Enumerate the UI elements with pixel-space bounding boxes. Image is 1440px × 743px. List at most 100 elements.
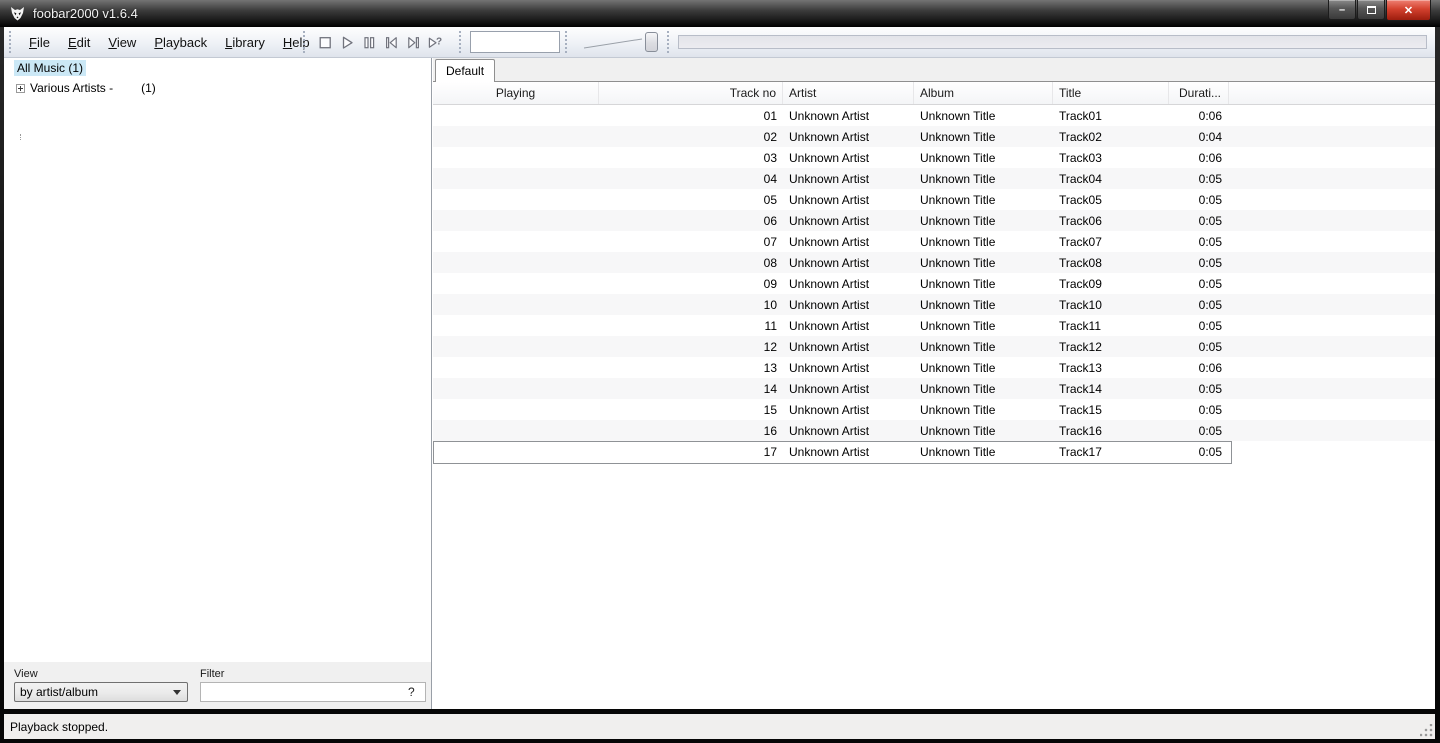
cell-playing	[433, 105, 599, 126]
cell-playing	[433, 126, 599, 147]
cell-artist: Unknown Artist	[789, 339, 870, 354]
library-node-all-music[interactable]: All Music (1)	[14, 60, 87, 76]
column-header-title[interactable]: Title	[1053, 82, 1169, 104]
table-row[interactable]: 14 Unknown Artist Unknown Title Track14 0:05	[433, 378, 1435, 399]
table-row[interactable]: 16 Unknown Artist Unknown Title Track16 0:05	[433, 420, 1435, 441]
random-icon: ?	[428, 36, 442, 48]
pause-button[interactable]	[358, 31, 380, 53]
maximize-button[interactable]	[1357, 0, 1385, 20]
filter-input[interactable]	[200, 682, 426, 702]
stop-button[interactable]	[314, 31, 336, 53]
column-header-duration[interactable]: Durati...	[1169, 82, 1229, 104]
seekbar-grip[interactable]	[667, 31, 676, 53]
seekbar-group	[678, 27, 1435, 58]
cell-track_no: 09	[763, 276, 777, 291]
menu-library[interactable]: Library	[216, 32, 274, 53]
close-button[interactable]: ✕	[1386, 0, 1431, 21]
cell-artist: Unknown Artist	[789, 234, 870, 249]
table-row[interactable]: 13 Unknown Artist Unknown Title Track13 0:06	[433, 357, 1435, 378]
column-header-playing[interactable]: Playing	[433, 82, 599, 104]
cell-playing	[433, 147, 599, 168]
tab-default[interactable]: Default	[435, 59, 496, 82]
table-row[interactable]: 17 Unknown Artist Unknown Title Track17 0:05	[433, 441, 1435, 464]
cell-artist: Unknown Artist	[789, 360, 870, 375]
library-node-various-artists[interactable]: Various Artists - (1)	[16, 81, 431, 95]
cell-title: Track13	[1059, 360, 1102, 375]
cell-playing	[433, 231, 599, 252]
menu-file[interactable]: File	[20, 32, 59, 53]
tree-node-label: Various Artists -	[30, 81, 114, 95]
playlist-tab-strip: Default	[433, 58, 1435, 82]
table-row[interactable]: 11 Unknown Artist Unknown Title Track11 0:05	[433, 315, 1435, 336]
cell-title: Track09	[1059, 276, 1102, 291]
transport-controls: ?	[314, 31, 454, 53]
table-row[interactable]: 08 Unknown Artist Unknown Title Track08 0:05	[433, 252, 1435, 273]
search-grip[interactable]	[459, 31, 468, 53]
previous-track-button[interactable]	[380, 31, 402, 53]
media-library-panel: All Music (1) Various Artists - (1) View…	[4, 58, 432, 709]
filter-help-icon[interactable]: ?	[408, 685, 415, 699]
cell-track_no: 04	[763, 171, 777, 186]
minimize-button[interactable]: –	[1328, 0, 1356, 20]
column-header-album[interactable]: Album	[914, 82, 1053, 104]
table-row[interactable]: 15 Unknown Artist Unknown Title Track15 0:05	[433, 399, 1435, 420]
table-row[interactable]: 01 Unknown Artist Unknown Title Track01 0:06	[433, 105, 1435, 126]
random-button[interactable]: ?	[424, 31, 446, 53]
transport-grip[interactable]	[303, 31, 312, 53]
cell-playing	[433, 252, 599, 273]
window-title: foobar2000 v1.6.4	[33, 6, 138, 21]
cell-album: Unknown Title	[920, 234, 996, 249]
table-row[interactable]: 10 Unknown Artist Unknown Title Track10 0:05	[433, 294, 1435, 315]
menu-playback[interactable]: Playback	[145, 32, 216, 53]
filter-label: Filter	[200, 668, 225, 680]
title-bar[interactable]: foobar2000 v1.6.4 – ✕	[0, 0, 1440, 27]
cell-album: Unknown Title	[920, 192, 996, 207]
foobar2000-logo-icon	[11, 7, 24, 21]
column-header-artist[interactable]: Artist	[783, 82, 914, 104]
resize-grip-icon[interactable]	[1420, 724, 1433, 737]
volume-slider[interactable]	[578, 30, 662, 54]
menu-view[interactable]: View	[99, 32, 145, 53]
cell-track_no: 15	[763, 402, 777, 417]
cell-album: Unknown Title	[920, 423, 996, 438]
volume-thumb[interactable]	[645, 32, 658, 52]
table-row[interactable]: 02 Unknown Artist Unknown Title Track02 0:04	[433, 126, 1435, 147]
chevron-down-icon	[173, 690, 181, 695]
menubar-grip[interactable]	[9, 31, 18, 53]
tree-expand-icon[interactable]	[16, 83, 25, 93]
cell-playing	[433, 273, 599, 294]
cell-duration: 0:06	[1198, 150, 1222, 165]
cell-playing	[433, 294, 599, 315]
main-content: All Music (1) Various Artists - (1) View…	[4, 58, 1435, 709]
cell-album: Unknown Title	[920, 129, 996, 144]
table-row[interactable]: 06 Unknown Artist Unknown Title Track06 0:05	[433, 210, 1435, 231]
cell-track_no: 01	[763, 108, 777, 123]
column-header-track_no[interactable]: Track no	[599, 82, 783, 104]
cell-album: Unknown Title	[920, 339, 996, 354]
table-row[interactable]: 04 Unknown Artist Unknown Title Track04 0:05	[433, 168, 1435, 189]
table-row[interactable]: 05 Unknown Artist Unknown Title Track05 0:05	[433, 189, 1435, 210]
seek-bar[interactable]	[678, 35, 1427, 49]
cell-title: Track06	[1059, 213, 1102, 228]
table-row[interactable]: 09 Unknown Artist Unknown Title Track09 0:05	[433, 273, 1435, 294]
cell-title: Track17	[1059, 444, 1102, 459]
play-button[interactable]	[336, 31, 358, 53]
next-track-button[interactable]	[402, 31, 424, 53]
menu-edit[interactable]: Edit	[59, 32, 99, 53]
tree-node-count: (1)	[141, 81, 156, 95]
table-row[interactable]: 03 Unknown Artist Unknown Title Track03 0:06	[433, 147, 1435, 168]
toolbar-search-input[interactable]	[470, 31, 560, 53]
cell-album: Unknown Title	[920, 276, 996, 291]
cell-duration: 0:05	[1198, 192, 1222, 207]
cell-track_no: 13	[763, 360, 777, 375]
cell-artist: Unknown Artist	[789, 108, 870, 123]
volume-grip[interactable]	[565, 31, 574, 53]
view-dropdown[interactable]: by artist/album	[14, 682, 188, 702]
toolbar: File Edit View Playback Library Help ?	[4, 27, 1435, 58]
cell-title: Track07	[1059, 234, 1102, 249]
cell-duration: 0:05	[1198, 381, 1222, 396]
table-row[interactable]: 07 Unknown Artist Unknown Title Track07 0:05	[433, 231, 1435, 252]
table-row[interactable]: 12 Unknown Artist Unknown Title Track12 0:05	[433, 336, 1435, 357]
cell-duration: 0:05	[1198, 423, 1222, 438]
cell-album: Unknown Title	[920, 444, 996, 459]
